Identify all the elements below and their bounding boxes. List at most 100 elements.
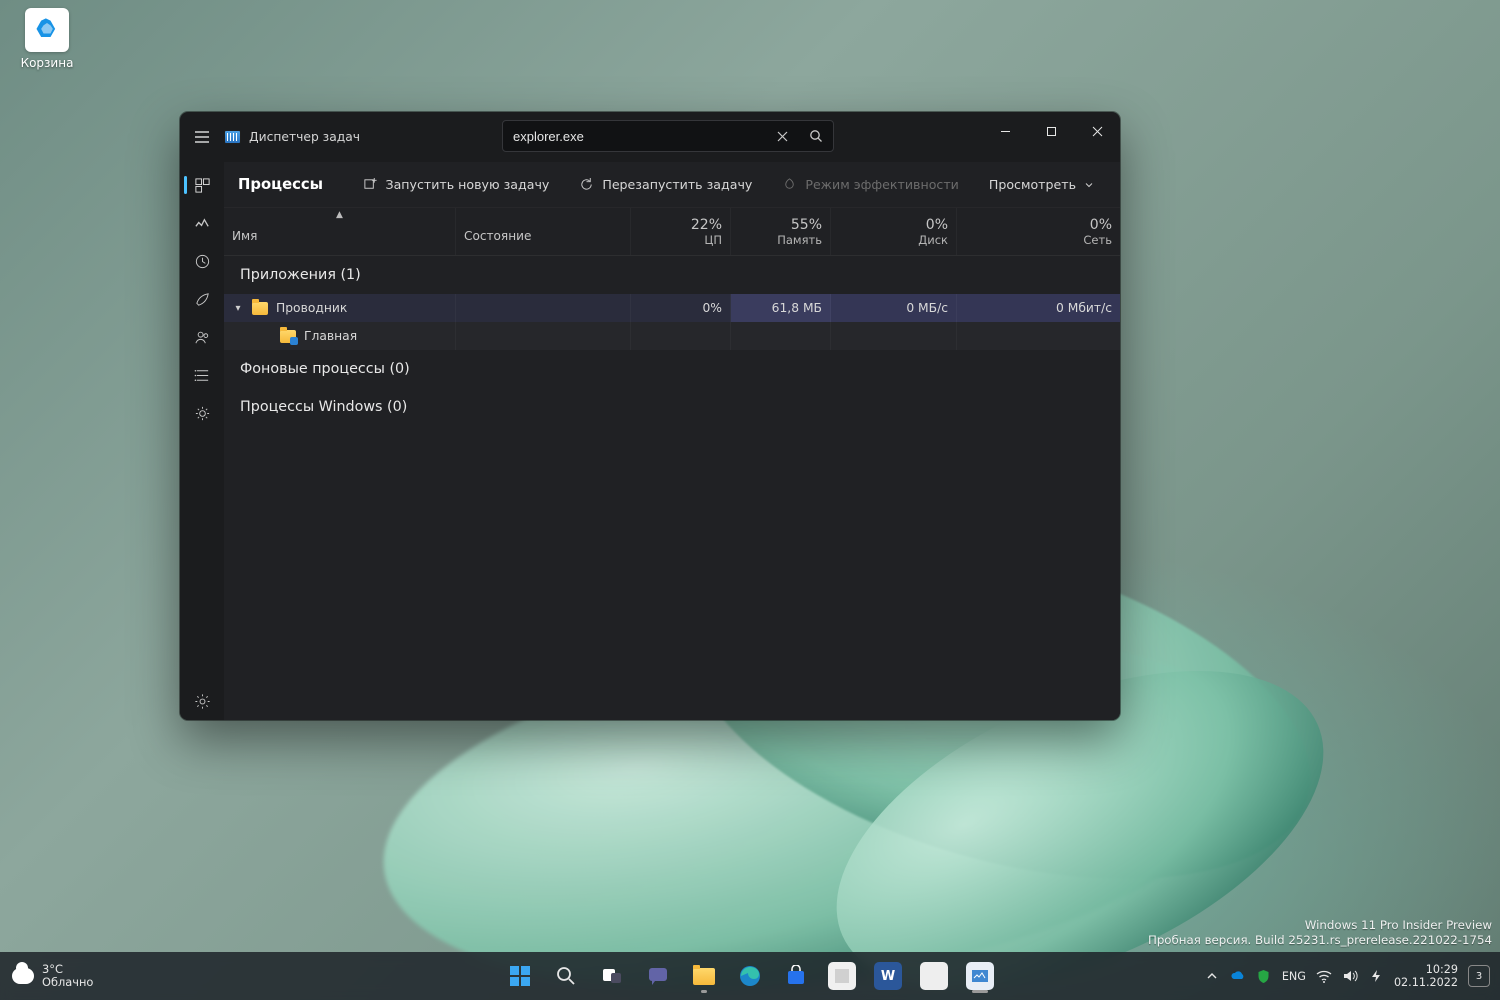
process-cpu-cell: 0% xyxy=(631,294,731,322)
taskbar-edge[interactable] xyxy=(730,956,770,996)
clock-date: 02.11.2022 xyxy=(1394,976,1458,989)
taskbar-notifications[interactable]: 3 xyxy=(1468,965,1490,987)
desktop-icon-recycle-bin[interactable]: Корзина xyxy=(10,8,84,70)
weather-desc: Облачно xyxy=(42,976,93,989)
tray-onedrive-icon[interactable] xyxy=(1230,968,1246,984)
efficiency-mode-button[interactable]: Режим эффективности xyxy=(770,171,971,198)
col-memory[interactable]: 55% Память xyxy=(731,208,831,255)
build-watermark: Windows 11 Pro Insider Preview Пробная в… xyxy=(1148,918,1492,948)
task-manager-icon xyxy=(224,130,241,144)
toolbar: Процессы Запустить новую задачу Перезапу… xyxy=(224,162,1120,208)
group-windows[interactable]: Процессы Windows (0) xyxy=(224,388,1120,426)
folder-home-icon xyxy=(280,330,296,343)
process-row-explorer-child[interactable]: Главная xyxy=(224,322,1120,350)
main-panel: Процессы Запустить новую задачу Перезапу… xyxy=(224,162,1120,720)
taskbar-clock[interactable]: 10:29 02.11.2022 xyxy=(1394,963,1458,989)
notification-count: 3 xyxy=(1476,971,1482,982)
process-child-name: Главная xyxy=(304,329,357,343)
taskbar-chat[interactable] xyxy=(638,956,678,996)
table-header[interactable]: ▲ Имя Состояние 22% ЦП 55% Память xyxy=(224,208,1120,256)
watermark-line-1: Windows 11 Pro Insider Preview xyxy=(1148,918,1492,933)
taskbar-taskmanager[interactable] xyxy=(960,956,1000,996)
process-name: Проводник xyxy=(276,301,347,315)
desktop: Корзина Windows 11 Pro Insider Preview П… xyxy=(0,0,1500,1000)
disk-label: Диск xyxy=(918,233,948,247)
app-identity: Диспетчер задач xyxy=(224,130,360,144)
taskbar-center: W xyxy=(500,956,1000,996)
memory-label: Память xyxy=(777,233,822,247)
cpu-percent: 22% xyxy=(691,217,722,233)
tray-power-icon[interactable] xyxy=(1368,968,1384,984)
minimize-button[interactable] xyxy=(982,112,1028,150)
taskbar-app-generic-2[interactable] xyxy=(914,956,954,996)
start-button[interactable] xyxy=(500,956,540,996)
group-apps[interactable]: Приложения (1) xyxy=(224,256,1120,294)
nav-services[interactable] xyxy=(182,394,222,432)
search-input[interactable] xyxy=(503,129,765,144)
tray-volume-icon[interactable] xyxy=(1342,968,1358,984)
run-new-task-label: Запустить новую задачу xyxy=(386,177,550,192)
recycle-bin-icon xyxy=(25,8,69,52)
search-box[interactable] xyxy=(502,120,834,152)
folder-icon xyxy=(252,302,268,315)
nav-settings[interactable] xyxy=(182,682,222,720)
taskbar[interactable]: 3°C Облачно xyxy=(0,952,1500,1000)
taskbar-app-generic-1[interactable] xyxy=(822,956,862,996)
search-icon[interactable] xyxy=(799,121,833,151)
disk-percent: 0% xyxy=(926,217,948,233)
process-net-cell: 0 Мбит/с xyxy=(957,294,1120,322)
tray-chevron-up-icon[interactable] xyxy=(1204,968,1220,984)
tray-wifi-icon[interactable] xyxy=(1316,968,1332,984)
process-child-name-cell: Главная xyxy=(224,322,456,350)
view-menu-button[interactable]: Просмотреть xyxy=(977,171,1106,198)
close-button[interactable] xyxy=(1074,112,1120,150)
group-background[interactable]: Фоновые процессы (0) xyxy=(224,350,1120,388)
nav-processes[interactable] xyxy=(182,166,222,204)
restart-task-button[interactable]: Перезапустить задачу xyxy=(567,171,764,198)
chevron-down-icon[interactable]: ▾ xyxy=(232,303,244,314)
taskbar-taskview[interactable] xyxy=(592,956,632,996)
clock-time: 10:29 xyxy=(1394,963,1458,976)
taskbar-word[interactable]: W xyxy=(868,956,908,996)
col-status-label: Состояние xyxy=(464,229,622,243)
tray-security-icon[interactable] xyxy=(1256,968,1272,984)
nav-users[interactable] xyxy=(182,318,222,356)
run-new-task-button[interactable]: Запустить новую задачу xyxy=(351,171,562,198)
sidebar xyxy=(180,162,224,720)
col-name[interactable]: ▲ Имя xyxy=(224,208,456,255)
cpu-label: ЦП xyxy=(704,233,722,247)
tray-language[interactable]: ENG xyxy=(1282,970,1306,983)
process-row-explorer[interactable]: ▾ Проводник 0% 61,8 МБ 0 МБ/с 0 Мбит/с xyxy=(224,294,1120,322)
taskbar-explorer[interactable] xyxy=(684,956,724,996)
taskbar-weather[interactable]: 3°C Облачно xyxy=(12,963,93,989)
process-list: Приложения (1) ▾ Проводник 0% 61,8 МБ 0 … xyxy=(224,256,1120,426)
taskbar-search[interactable] xyxy=(546,956,586,996)
col-status[interactable]: Состояние xyxy=(456,208,631,255)
col-cpu[interactable]: 22% ЦП xyxy=(631,208,731,255)
restart-task-label: Перезапустить задачу xyxy=(602,177,752,192)
process-mem-cell: 61,8 МБ xyxy=(731,294,831,322)
window-controls xyxy=(982,112,1120,150)
process-name-cell: ▾ Проводник xyxy=(224,294,456,322)
nav-app-history[interactable] xyxy=(182,242,222,280)
col-disk[interactable]: 0% Диск xyxy=(831,208,957,255)
process-disk-cell: 0 МБ/с xyxy=(831,294,957,322)
clear-search-button[interactable] xyxy=(765,121,799,151)
nav-startup[interactable] xyxy=(182,280,222,318)
nav-details[interactable] xyxy=(182,356,222,394)
efficiency-label: Режим эффективности xyxy=(805,177,959,192)
memory-percent: 55% xyxy=(791,217,822,233)
task-manager-window: Диспетчер задач xyxy=(180,112,1120,720)
col-name-label: Имя xyxy=(232,229,447,243)
taskbar-store[interactable] xyxy=(776,956,816,996)
cloud-icon xyxy=(12,968,34,984)
col-network[interactable]: 0% Сеть xyxy=(957,208,1120,255)
watermark-line-2: Пробная версия. Build 25231.rs_prereleas… xyxy=(1148,933,1492,948)
maximize-button[interactable] xyxy=(1028,112,1074,150)
titlebar[interactable]: Диспетчер задач xyxy=(180,112,1120,162)
hamburger-button[interactable] xyxy=(180,113,224,161)
sort-indicator-icon: ▲ xyxy=(336,210,343,220)
window-title: Диспетчер задач xyxy=(249,130,360,144)
recycle-bin-label: Корзина xyxy=(10,56,84,70)
nav-performance[interactable] xyxy=(182,204,222,242)
